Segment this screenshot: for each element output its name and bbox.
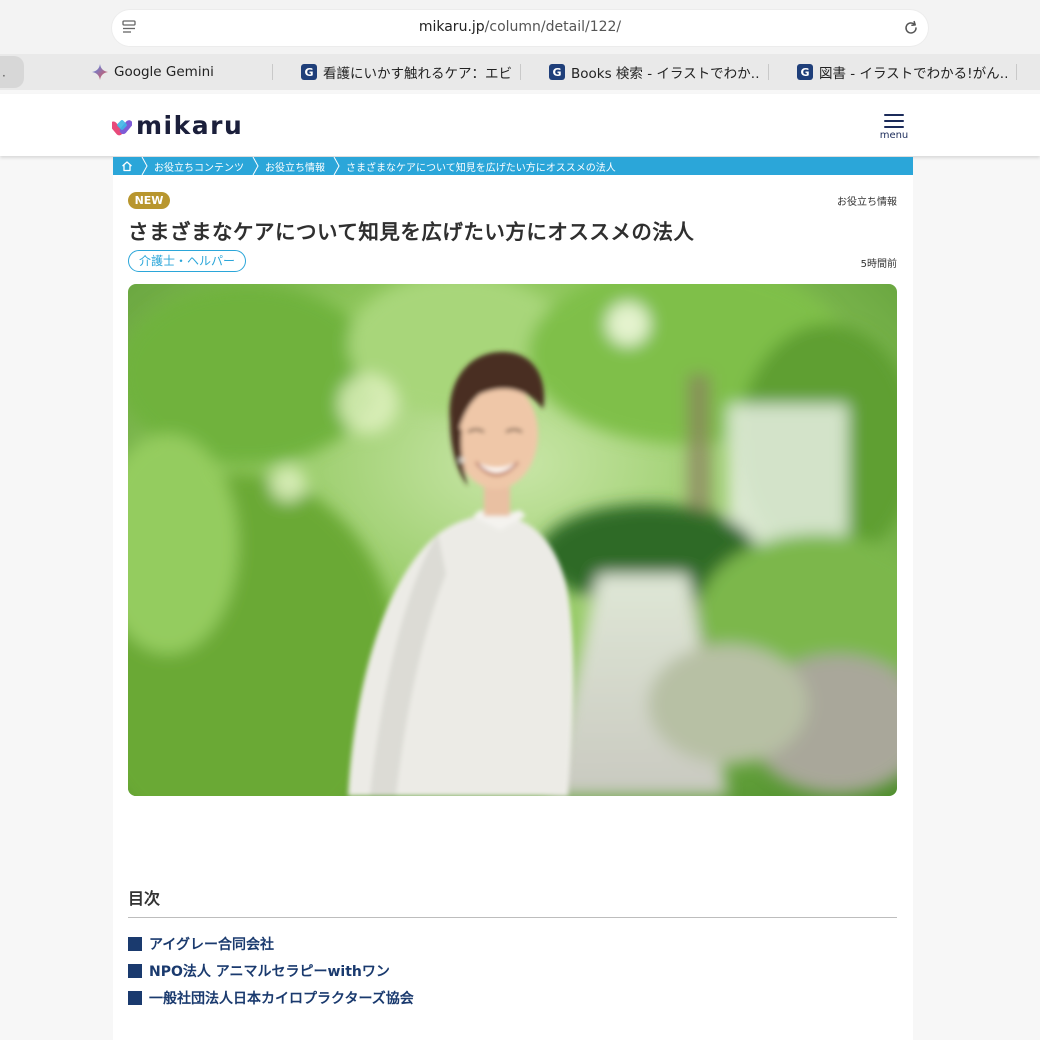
- hero-photo: [128, 284, 897, 796]
- chevron-right-icon: [141, 157, 148, 175]
- toc-item: NPO法人 アニマルセラピーwithワン: [128, 957, 414, 984]
- article-title: さまざまなケアについて知見を広げたい方にオススメの法人: [128, 220, 695, 244]
- tab-google-gemini[interactable]: Google Gemini: [92, 54, 262, 90]
- browser-toolbar: mikaru.jp/column/detail/122/: [0, 0, 1040, 54]
- new-badge: NEW: [128, 192, 170, 209]
- tab-label: 図書 - イラストでわかる!がん…: [819, 66, 1007, 82]
- tab-separator: [768, 64, 769, 80]
- breadcrumb-item[interactable]: お役立ちコンテンツ: [154, 159, 244, 174]
- toc-list: アイグレー合同会社 NPO法人 アニマルセラピーwithワン 一般社団法人日本カ…: [128, 930, 414, 1011]
- tag-pill[interactable]: 介護士・ヘルパー: [128, 250, 247, 272]
- logo-text: mikaru: [136, 110, 244, 140]
- toc-item: アイグレー合同会社: [128, 930, 414, 957]
- timestamp: 5時間前: [860, 259, 897, 270]
- site-favicon-icon: G: [301, 64, 317, 80]
- menu-button[interactable]: menu: [878, 112, 910, 142]
- site-header: mikaru menu: [0, 94, 1040, 156]
- tab-label: Google Gemini: [114, 64, 214, 80]
- reload-icon[interactable]: [902, 19, 920, 37]
- tab-title-partial: ·: [2, 69, 6, 83]
- hamburger-icon: [884, 114, 904, 129]
- tab-separator: [520, 64, 521, 80]
- address-bar[interactable]: mikaru.jp/column/detail/122/: [112, 10, 928, 46]
- tab-active[interactable]: ·: [0, 56, 24, 88]
- site-favicon-icon: G: [549, 64, 565, 80]
- tab-separator: [272, 64, 273, 80]
- breadcrumb-item[interactable]: お役立ち情報: [265, 159, 325, 174]
- tab-kango-book[interactable]: G 看護にいかす触れるケア：エビ…: [301, 54, 513, 90]
- url-text: mikaru.jp/column/detail/122/: [112, 19, 928, 35]
- menu-label: menu: [879, 129, 909, 141]
- breadcrumb: お役立ちコンテンツ お役立ち情報 さまざまなケアについて知見を広げたい方にオスス…: [113, 157, 913, 175]
- toc-item: 一般社団法人日本カイロプラクターズ協会: [128, 984, 414, 1011]
- breadcrumb-current: さまざまなケアについて知見を広げたい方にオススメの法人: [346, 162, 616, 174]
- toc-divider: [128, 917, 897, 918]
- chevron-right-icon: [252, 157, 259, 175]
- site-logo[interactable]: mikaru: [112, 110, 243, 140]
- url-host: mikaru.jp: [418, 19, 485, 35]
- tab-bar: · Google Gemini G 看護にいかす触れるケア：エビ… G Book…: [0, 54, 1040, 90]
- toc-heading: 目次: [128, 889, 161, 908]
- chevron-right-icon: [333, 157, 340, 175]
- square-bullet-icon: [128, 990, 142, 1005]
- tab-label: 看護にいかす触れるケア：エビ…: [323, 66, 513, 82]
- url-path: /column/detail/122/: [484, 19, 622, 35]
- tab-separator: [1016, 64, 1017, 80]
- toc-link[interactable]: NPO法人 アニマルセラピーwithワン: [149, 961, 390, 981]
- tab-books-search[interactable]: G Books 検索 - イラストでわか…: [549, 54, 761, 90]
- square-bullet-icon: [128, 936, 142, 951]
- tab-tosho[interactable]: G 図書 - イラストでわかる!がん…: [797, 54, 1007, 90]
- article-container: お役立ちコンテンツ お役立ち情報 さまざまなケアについて知見を広げたい方にオスス…: [113, 157, 913, 1040]
- site-favicon-icon: G: [797, 64, 813, 80]
- toc-link[interactable]: アイグレー合同会社: [149, 934, 274, 954]
- category-label: お役立ち情報: [837, 197, 897, 208]
- tab-label: Books 検索 - イラストでわか…: [571, 66, 761, 82]
- mikaru-logo-icon: [112, 120, 132, 136]
- toc-link[interactable]: 一般社団法人日本カイロプラクターズ協会: [149, 988, 414, 1008]
- gemini-sparkle-icon: [92, 64, 108, 80]
- square-bullet-icon: [128, 963, 142, 978]
- home-icon[interactable]: [121, 160, 133, 172]
- hero-image: [128, 284, 897, 796]
